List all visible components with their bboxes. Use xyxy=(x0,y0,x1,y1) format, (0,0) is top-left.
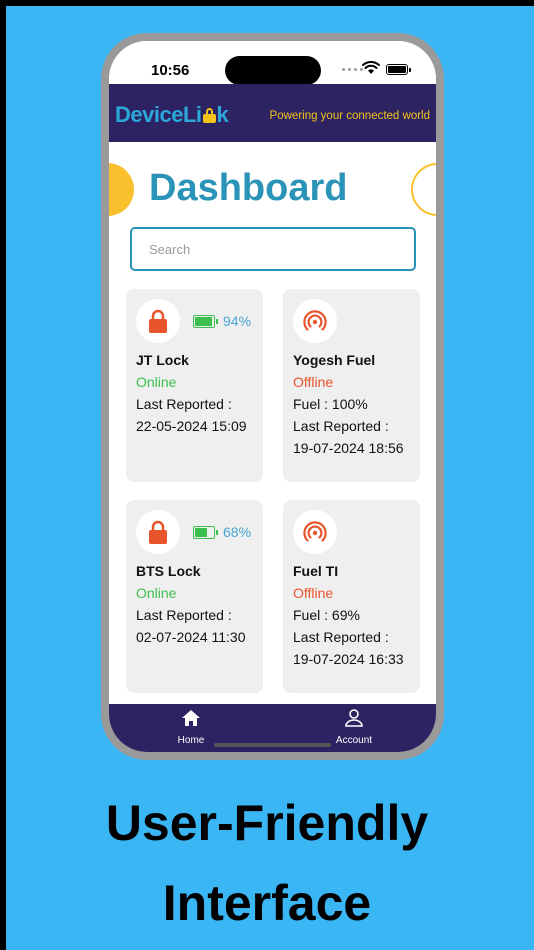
logo-text-end: k xyxy=(216,102,229,127)
lock-icon xyxy=(149,520,167,544)
dynamic-island xyxy=(225,56,321,85)
home-indicator xyxy=(214,743,331,747)
device-line-3: 19-07-2024 18:56 xyxy=(293,440,404,456)
device-status: Online xyxy=(136,374,177,390)
battery-percent: 94% xyxy=(223,313,252,329)
page-title: Dashboard xyxy=(149,167,348,209)
device-status: Offline xyxy=(293,374,334,390)
device-line-1: Fuel : 69% xyxy=(293,607,360,623)
logo-text: DeviceLi xyxy=(115,102,202,127)
tagline: Powering your connected world xyxy=(269,110,430,122)
caption-line-1: User-Friendly xyxy=(105,795,429,851)
battery-percent: 68% xyxy=(223,524,252,540)
device-name: JT Lock xyxy=(136,352,189,368)
device-name: Fuel TI xyxy=(293,563,339,579)
battery-icon xyxy=(193,525,218,539)
battery-indicator: 94% xyxy=(193,313,251,329)
nav-account[interactable]: Account xyxy=(324,709,384,746)
device-line-2: Last Reported : xyxy=(293,629,389,645)
decorative-circle-left xyxy=(109,163,134,216)
status-bar: 10:56 xyxy=(109,41,436,85)
user-icon xyxy=(345,709,363,727)
device-icon-wrap xyxy=(293,510,337,554)
signal-icon xyxy=(303,521,327,542)
device-name: Yogesh Fuel xyxy=(293,352,376,368)
device-name: BTS Lock xyxy=(136,563,201,579)
caption-line-2: Interface xyxy=(162,875,372,931)
device-line-3: 19-07-2024 16:33 xyxy=(293,651,404,667)
device-line-2: Last Reported : xyxy=(293,418,389,434)
home-icon xyxy=(182,710,200,726)
battery-icon xyxy=(193,314,218,328)
signal-icon xyxy=(342,68,363,71)
lock-icon xyxy=(149,309,167,333)
device-status: Online xyxy=(136,585,177,601)
battery-indicator: 68% xyxy=(193,524,251,540)
nav-home-label: Home xyxy=(177,735,205,746)
phone-screen: 10:56 DeviceLi k Powering your connected… xyxy=(109,41,436,752)
device-icon-wrap xyxy=(136,510,180,554)
device-status: Offline xyxy=(293,585,334,601)
device-card-bts-lock[interactable]: 68% BTS Lock Online Last Reported : 02-0… xyxy=(126,500,263,693)
device-card-jt-lock[interactable]: 94% JT Lock Online Last Reported : 22-05… xyxy=(126,289,263,482)
top-edge-bar xyxy=(0,0,534,6)
device-line-2: 02-07-2024 11:30 xyxy=(136,629,246,645)
app-logo: DeviceLi k xyxy=(115,102,229,128)
device-icon-wrap xyxy=(136,299,180,343)
device-line-2: 22-05-2024 15:09 xyxy=(136,418,247,434)
phone-frame: 10:56 DeviceLi k Powering your connected… xyxy=(101,33,444,760)
wifi-icon xyxy=(362,61,380,74)
status-time: 10:56 xyxy=(151,62,190,79)
device-card-fuel-ti[interactable]: Fuel TI Offline Fuel : 69% Last Reported… xyxy=(283,500,420,693)
search-input[interactable] xyxy=(130,227,416,271)
bottom-nav: Home Account xyxy=(109,704,436,752)
decorative-circle-right xyxy=(411,163,436,216)
nav-home[interactable]: Home xyxy=(161,709,221,746)
device-line-1: Last Reported : xyxy=(136,607,232,623)
device-card-yogesh-fuel[interactable]: Yogesh Fuel Offline Fuel : 100% Last Rep… xyxy=(283,289,420,482)
device-line-1: Last Reported : xyxy=(136,396,232,412)
app-header: DeviceLi k Powering your connected world xyxy=(109,84,436,142)
battery-icon xyxy=(386,64,411,75)
logo-lock-icon xyxy=(202,107,216,123)
signal-icon xyxy=(303,310,327,331)
device-icon-wrap xyxy=(293,299,337,343)
nav-account-label: Account xyxy=(335,735,373,746)
device-line-1: Fuel : 100% xyxy=(293,396,368,412)
